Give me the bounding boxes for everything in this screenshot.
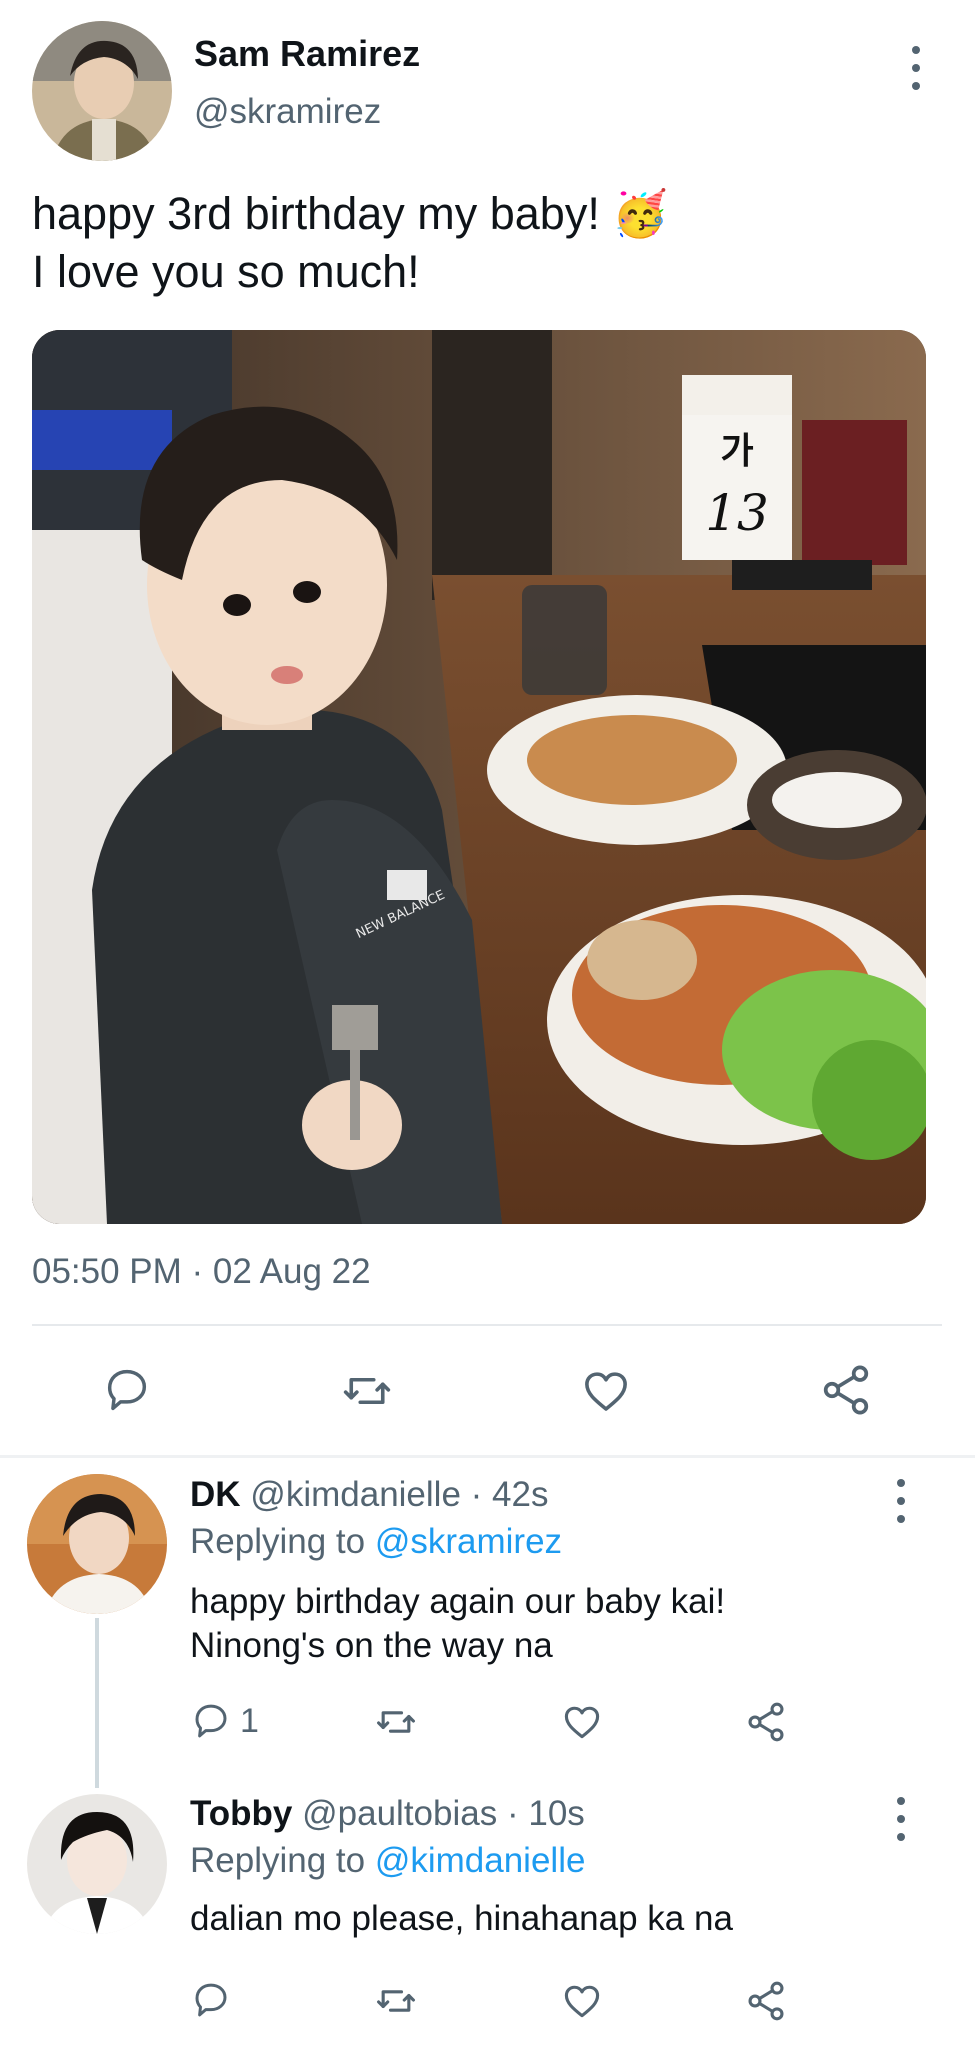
divider	[32, 1324, 942, 1326]
thread-line	[95, 1618, 99, 1788]
tweet-photo[interactable]: 가 13 NEW BALANCE	[32, 330, 926, 1224]
author-name[interactable]: Sam Ramirez	[194, 33, 420, 75]
table-sign-number: 13	[705, 484, 769, 542]
reply-icon[interactable]	[100, 1364, 154, 1416]
retweet-icon[interactable]	[373, 1700, 419, 1744]
share-icon[interactable]	[744, 1700, 788, 1744]
reply-icon[interactable]: 1	[190, 1700, 259, 1742]
retweet-icon[interactable]	[373, 1979, 419, 2023]
replying-to-link[interactable]: @kimdanielle	[375, 1841, 586, 1880]
reply-time: 10s	[528, 1794, 585, 1833]
table-sign-letter: 가	[720, 431, 753, 472]
share-icon[interactable]	[744, 1979, 788, 2023]
reply-text-line2: Ninong's on the way na	[190, 1626, 553, 1665]
more-icon[interactable]	[904, 46, 928, 90]
reply-header: DK @kimdanielle · 42s	[190, 1475, 548, 1515]
replying-to-link[interactable]: @skramirez	[375, 1522, 562, 1561]
replying-to-line: Replying to @skramirez	[190, 1522, 562, 1562]
replying-to-label: Replying to	[190, 1522, 375, 1561]
reply-avatar-tobby[interactable]	[27, 1794, 167, 1934]
like-icon[interactable]	[560, 1700, 604, 1744]
reply-avatar-dk[interactable]	[27, 1474, 167, 1614]
reply-count: 1	[240, 1701, 259, 1740]
tweet-text-line2: I love you so much!	[32, 246, 420, 297]
reply-text: happy birthday again our baby kai! Ninon…	[190, 1580, 725, 1668]
author-handle[interactable]: @skramirez	[194, 92, 381, 132]
author-avatar[interactable]	[32, 21, 172, 161]
tweet-timestamp: 05:50 PM · 02 Aug 22	[32, 1252, 371, 1291]
share-icon[interactable]	[818, 1362, 874, 1418]
party-emoji: 🥳	[612, 188, 669, 239]
replying-to-line: Replying to @kimdanielle	[190, 1841, 585, 1881]
tweet-text: happy 3rd birthday my baby! 🥳 I love you…	[32, 185, 668, 301]
like-icon[interactable]	[578, 1364, 634, 1418]
reply-separator: ·	[470, 1475, 483, 1514]
reply-author-name[interactable]: DK	[190, 1475, 241, 1514]
replying-to-label: Replying to	[190, 1841, 375, 1880]
reply-author-name[interactable]: Tobby	[190, 1794, 292, 1833]
reply-icon[interactable]	[190, 1979, 232, 2021]
section-divider	[0, 1455, 975, 1458]
more-icon[interactable]	[889, 1797, 913, 1841]
retweet-icon[interactable]	[338, 1364, 396, 1418]
reply-separator: ·	[506, 1794, 519, 1833]
reply-author-handle[interactable]: @paultobias	[302, 1794, 497, 1833]
tweet-text-line1: happy 3rd birthday my baby!	[32, 188, 613, 239]
reply-header: Tobby @paultobias · 10s	[190, 1794, 585, 1834]
reply-time: 42s	[492, 1475, 549, 1514]
more-icon[interactable]	[889, 1479, 913, 1523]
like-icon[interactable]	[560, 1979, 604, 2023]
reply-author-handle[interactable]: @kimdanielle	[250, 1475, 461, 1514]
reply-text-line1: happy birthday again our baby kai!	[190, 1582, 726, 1621]
reply-text: dalian mo please, hinahanap ka na	[190, 1899, 733, 1938]
